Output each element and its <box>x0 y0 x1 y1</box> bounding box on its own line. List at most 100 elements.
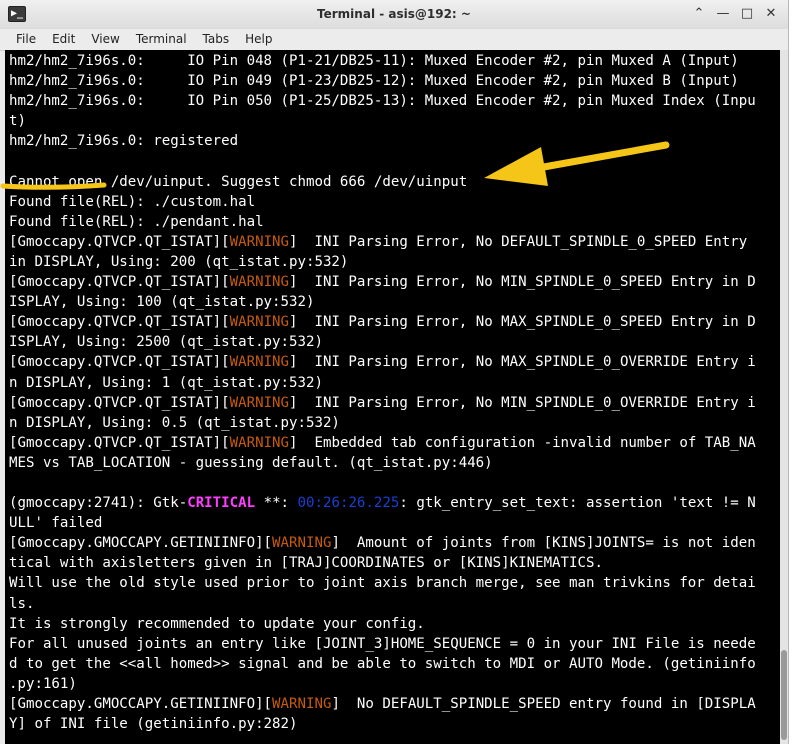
title-bar[interactable]: ▶_ Terminal - asis@192: ~ ⌃ — □ ✕ <box>0 0 788 30</box>
close-button[interactable]: ✕ <box>762 5 780 23</box>
warning-tag: WARNING <box>229 274 290 291</box>
shade-button[interactable]: ⌃ <box>690 5 708 23</box>
line-text: [Gmoccapy.QTVCP.QT_ISTAT][ <box>9 233 230 250</box>
line-text: hm2/hm2_7i96s.0: IO Pin 048 (P1-21/DB25-… <box>9 53 739 69</box>
line-text: [Gmoccapy.QTVCP.QT_ISTAT][ <box>9 434 230 451</box>
line-text: d to get the <<all homed>> signal and be… <box>9 655 756 672</box>
line-text: ULL' failed <box>9 515 103 532</box>
terminal-line: tical with axisletters given in [TRAJ]CO… <box>9 553 756 573</box>
terminal-line: Cannot open /dev/uinput. Suggest chmod 6… <box>9 172 756 192</box>
terminal-line: MES vs TAB_LOCATION - guessing default. … <box>9 453 756 473</box>
line-text: ] INI Parsing Error, No MIN_SPINDLE_0_SP… <box>289 274 756 291</box>
line-text: [Gmoccapy.QTVCP.QT_ISTAT][ <box>9 274 230 291</box>
terminal-line: hm2/hm2_7i96s.0: IO Pin 048 (P1-21/DB25-… <box>9 51 756 71</box>
terminal-line: hm2/hm2_7i96s.0: IO Pin 049 (P1-23/DB25-… <box>9 71 756 91</box>
timestamp: 00:26:26.225 <box>297 495 400 512</box>
maximize-button[interactable]: □ <box>738 5 756 23</box>
line-text: [Gmoccapy.QTVCP.QT_ISTAT][ <box>9 314 230 331</box>
line-text: hm2/hm2_7i96s.0: registered <box>9 133 239 150</box>
line-text: hm2/hm2_7i96s.0: IO Pin 049 (P1-23/DB25-… <box>9 73 739 90</box>
line-text: ISPLAY, Using: 2500 (qt_istat.py:532) <box>9 334 323 351</box>
line-text: n DISPLAY, Using: 1 (qt_istat.py:532) <box>9 374 323 391</box>
vertical-scrollbar[interactable] <box>780 50 788 744</box>
terminal-line: Found file(REL): ./custom.hal <box>9 192 756 212</box>
menu-view[interactable]: View <box>83 29 127 50</box>
line-text: Found file(REL): ./custom.hal <box>9 193 256 210</box>
terminal-line: [Gmoccapy.QTVCP.QT_ISTAT][WARNING] Embed… <box>9 433 756 453</box>
line-text: Found file(REL): ./pendant.hal <box>9 213 264 230</box>
warning-tag: WARNING <box>229 394 290 411</box>
line-text: [Gmoccapy.GMOCCAPY.GETINIINFO][ <box>9 696 273 712</box>
line-text: ] No DEFAULT_SPINDLE_SPEED entry found i… <box>331 696 756 712</box>
terminal-line: [Gmoccapy.QTVCP.QT_ISTAT][WARNING] INI P… <box>9 232 756 252</box>
line-text: Will use the old style used prior to joi… <box>9 575 756 592</box>
line-text: ISPLAY, Using: 100 (qt_istat.py:532) <box>9 294 315 311</box>
terminal-line: [Gmoccapy.QTVCP.QT_ISTAT][WARNING] INI P… <box>9 352 756 372</box>
terminal-line: .py:161) <box>9 674 756 694</box>
terminal-line: t) <box>9 111 756 131</box>
line-text: ] INI Parsing Error, No MAX_SPINDLE_0_OV… <box>289 354 756 371</box>
line-text: t) <box>9 113 26 130</box>
line-text: MES vs TAB_LOCATION - guessing default. … <box>9 454 493 471</box>
terminal-line: Will use the old style used prior to joi… <box>9 573 756 593</box>
menu-file[interactable]: File <box>0 29 44 50</box>
scrollbar-thumb[interactable] <box>781 650 787 740</box>
terminal-line: in DISPLAY, Using: 200 (qt_istat.py:532) <box>9 252 756 272</box>
window-title: Terminal - asis@192: ~ <box>317 7 471 21</box>
line-text: ] INI Parsing Error, No DEFAULT_SPINDLE_… <box>289 233 748 250</box>
line-text: hm2/hm2_7i96s.0: IO Pin 050 (P1-25/DB25-… <box>9 93 756 110</box>
terminal-line: d to get the <<all homed>> signal and be… <box>9 654 756 674</box>
terminal-line: ISPLAY, Using: 100 (qt_istat.py:532) <box>9 292 756 312</box>
warning-tag: WARNING <box>229 434 290 451</box>
line-text: [Gmoccapy.QTVCP.QT_ISTAT][ <box>9 354 230 371</box>
menu-edit[interactable]: Edit <box>44 29 83 50</box>
terminal-line: n DISPLAY, Using: 1 (qt_istat.py:532) <box>9 373 756 393</box>
warning-tag: WARNING <box>229 314 290 331</box>
terminal-line: For all unused joints an entry like [JOI… <box>9 634 756 654</box>
line-text: (gmoccapy:2741): Gtk- <box>9 495 188 512</box>
warning-tag: WARNING <box>229 233 290 250</box>
terminal-line: ISPLAY, Using: 2500 (qt_istat.py:532) <box>9 332 756 352</box>
background-window-edge <box>789 0 799 744</box>
line-text: : gtk_entry_set_text: assertion 'text !=… <box>399 495 756 512</box>
critical-tag: CRITICAL <box>187 495 256 512</box>
line-text: Y] of INI file (getiniinfo.py:282) <box>9 716 298 733</box>
menu-terminal[interactable]: Terminal <box>128 29 195 50</box>
line-text: ls. <box>9 595 35 612</box>
terminal-line: [Gmoccapy.GMOCCAPY.GETINIINFO][WARNING] … <box>9 533 756 553</box>
terminal-line: Found file(REL): ./pendant.hal <box>9 212 756 232</box>
line-text: ] Embedded tab configuration -invalid nu… <box>289 434 756 451</box>
warning-tag: WARNING <box>272 696 332 712</box>
line-text: For all unused joints an entry like [JOI… <box>9 635 756 652</box>
terminal-line: [Gmoccapy.QTVCP.QT_ISTAT][WARNING] INI P… <box>9 272 756 292</box>
menu-help[interactable]: Help <box>237 29 280 50</box>
terminal-line: Y] of INI file (getiniinfo.py:282) <box>9 714 756 734</box>
warning-tag: WARNING <box>272 535 332 552</box>
terminal-line: ULL' failed <box>9 513 756 533</box>
warning-tag: WARNING <box>229 354 290 371</box>
terminal-line: ls. <box>9 594 756 614</box>
terminal-line: [Gmoccapy.GMOCCAPY.GETINIINFO][WARNING] … <box>9 694 756 714</box>
terminal-line: (gmoccapy:2741): Gtk-CRITICAL **: 00:26:… <box>9 493 756 513</box>
terminal-line: [Gmoccapy.QTVCP.QT_ISTAT][WARNING] INI P… <box>9 393 756 413</box>
line-text: in DISPLAY, Using: 200 (qt_istat.py:532) <box>9 253 349 270</box>
line-text: [Gmoccapy.QTVCP.QT_ISTAT][ <box>9 394 230 411</box>
menu-bar: File Edit View Terminal Tabs Help <box>0 29 788 51</box>
terminal-lines: hm2/hm2_7i96s.0: IO Pin 048 (P1-21/DB25-… <box>9 51 756 734</box>
minimize-button[interactable]: — <box>714 5 732 23</box>
menu-tabs[interactable]: Tabs <box>195 29 238 50</box>
line-text: Cannot open /dev/uinput. Suggest chmod 6… <box>9 173 468 190</box>
line-text: It is strongly recommended to update you… <box>9 615 425 632</box>
line-text: n DISPLAY, Using: 0.5 (qt_istat.py:532) <box>9 414 340 431</box>
line-text: **: <box>255 495 298 512</box>
terminal-line: It is strongly recommended to update you… <box>9 614 756 634</box>
terminal-output[interactable]: hm2/hm2_7i96s.0: IO Pin 048 (P1-21/DB25-… <box>5 50 780 744</box>
line-text: ] INI Parsing Error, No MAX_SPINDLE_0_SP… <box>289 314 756 331</box>
terminal-line: hm2/hm2_7i96s.0: IO Pin 050 (P1-25/DB25-… <box>9 91 756 111</box>
line-text: ] Amount of joints from [KINS]JOINTS= is… <box>331 535 756 552</box>
terminal-window: ▶_ Terminal - asis@192: ~ ⌃ — □ ✕ File E… <box>0 0 789 744</box>
line-text: tical with axisletters given in [TRAJ]CO… <box>9 555 603 572</box>
line-text: ] INI Parsing Error, No MIN_SPINDLE_0_OV… <box>289 394 756 411</box>
